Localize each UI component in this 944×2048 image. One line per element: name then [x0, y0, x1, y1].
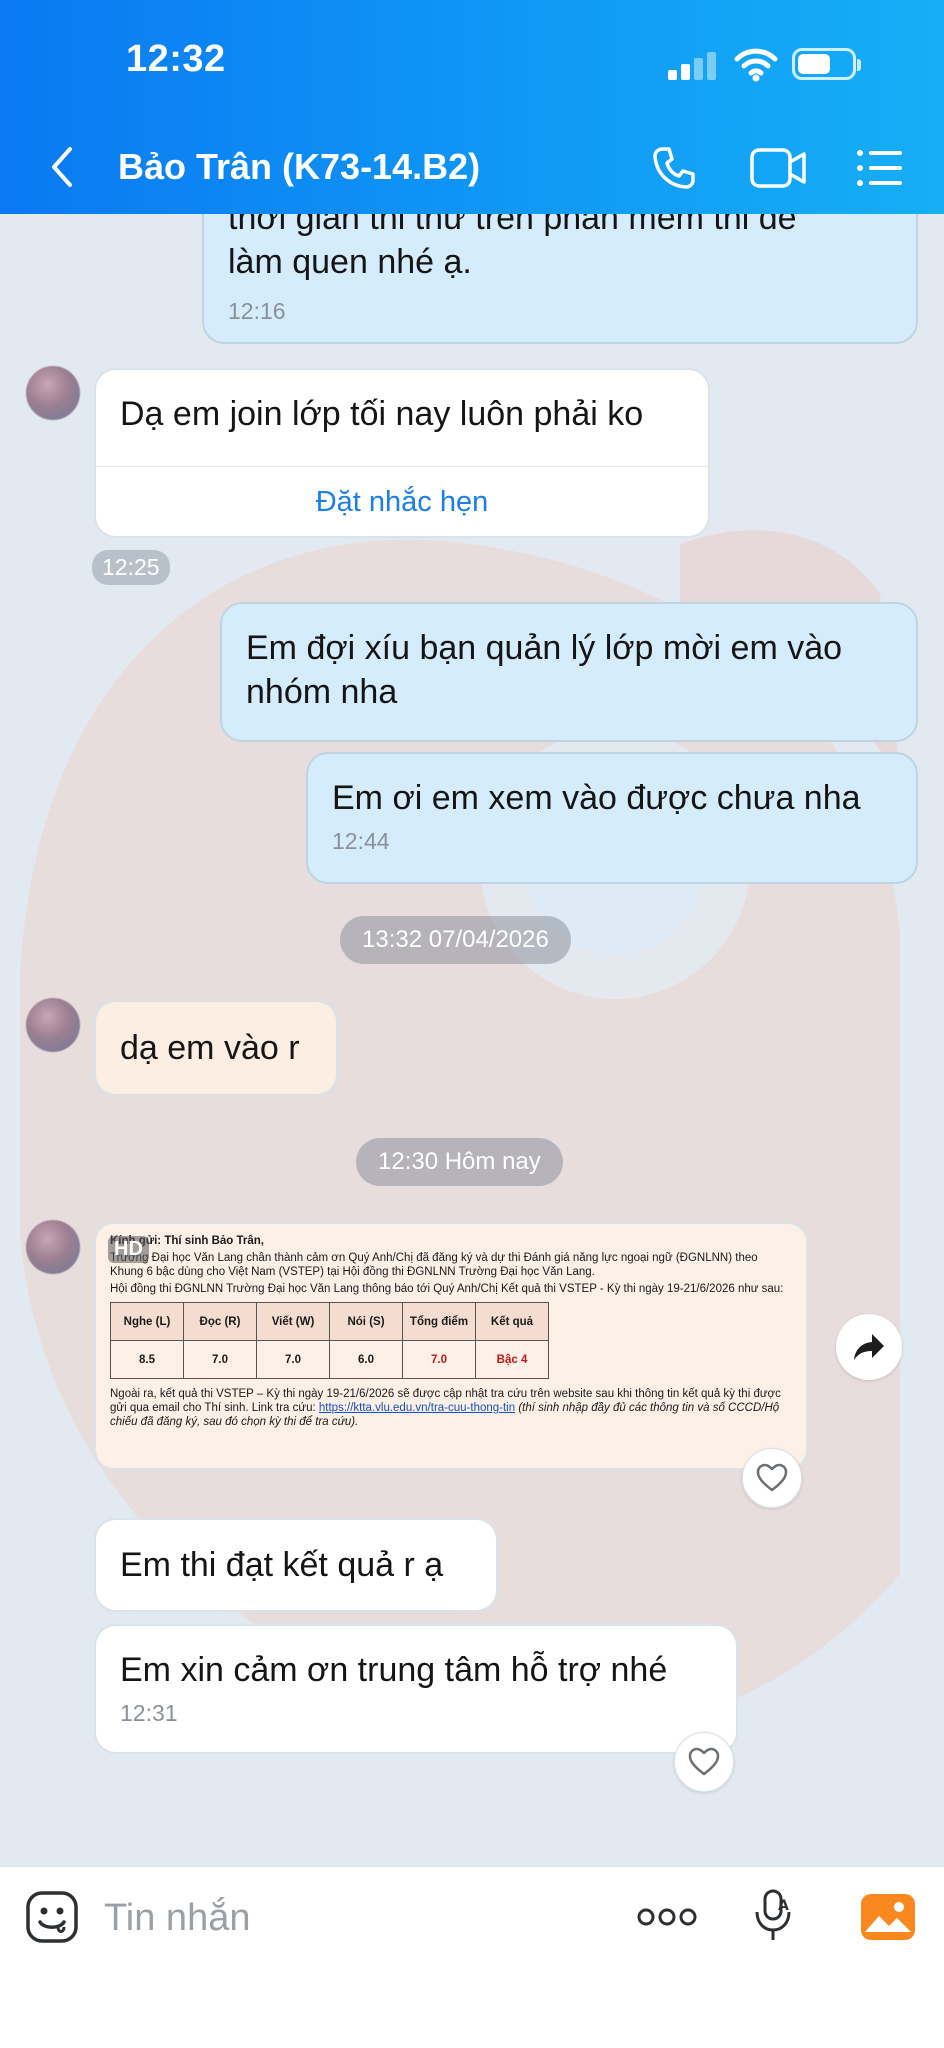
- chat-options-button[interactable]: [852, 140, 908, 196]
- message-text: Em đợi xíu bạn quản lý lớp mời em vào nh…: [246, 629, 843, 711]
- result-level-cell: Bậc 4: [475, 1340, 549, 1379]
- date-separator: 12:30 Hôm nay: [356, 1138, 563, 1186]
- avatar[interactable]: [26, 998, 80, 1052]
- lookup-link[interactable]: https://ktta.vlu.edu.vn/tra-cuu-thong-ti…: [319, 1402, 515, 1414]
- react-heart-button[interactable]: [674, 1732, 734, 1792]
- image-gallery-button[interactable]: [858, 1887, 918, 1947]
- score-cell: 7.0: [183, 1340, 257, 1379]
- message-text: Em thi đạt kết quả r ạ: [120, 1546, 444, 1584]
- message-text: làm quen nhé ạ.: [228, 243, 472, 281]
- incoming-message[interactable]: Em thi đạt kết quả r ạ: [94, 1518, 498, 1612]
- score-table: Nghe (L) Đọc (R) Viết (W) Nói (S) Tổng đ…: [110, 1302, 549, 1379]
- message-time: 12:31: [120, 1700, 178, 1726]
- battery-icon: [792, 48, 861, 80]
- wifi-icon: [734, 48, 778, 82]
- header-cell: Nói (S): [329, 1302, 403, 1341]
- result-footer: Ngoài ra, kết quả thi VSTEP – Kỳ thi ngà…: [110, 1387, 792, 1429]
- message-text: Em xin cảm ơn trung tâm hỗ trợ nhé: [120, 1651, 668, 1689]
- more-options-button[interactable]: [636, 1887, 698, 1947]
- back-button[interactable]: [40, 140, 84, 194]
- microphone-icon: A: [755, 1889, 791, 1940]
- total-score-cell: 7.0: [402, 1340, 476, 1379]
- outgoing-message[interactable]: Em đợi xíu bạn quản lý lớp mời em vào nh…: [220, 602, 918, 742]
- message-text: Em ơi em xem vào được chưa nha: [332, 779, 861, 817]
- heart-icon: [688, 1747, 720, 1776]
- message-time: 12:25: [92, 550, 170, 585]
- chat-header: 12:32 Bảo Trân (K73-14.B2): [0, 0, 944, 214]
- more-dots-icon: [637, 1908, 697, 1926]
- cellular-signal-icon: [668, 50, 718, 80]
- score-table-header: Nghe (L) Đọc (R) Viết (W) Nói (S) Tổng đ…: [110, 1302, 549, 1341]
- message-time: 12:16: [228, 298, 286, 324]
- message-text: Dạ em join lớp tối nay luôn phải ko: [120, 395, 644, 433]
- message-text: dạ em vào r: [120, 1029, 300, 1067]
- header-cell: Tổng điểm: [402, 1302, 476, 1341]
- share-button[interactable]: [836, 1314, 902, 1380]
- heart-icon: [756, 1463, 788, 1492]
- score-cell: 8.5: [110, 1340, 184, 1379]
- chevron-left-icon: [52, 147, 72, 187]
- score-table-row: 8.5 7.0 7.0 6.0 7.0 Bậc 4: [110, 1340, 549, 1379]
- incoming-message[interactable]: Dạ em join lớp tối nay luôn phải ko Đặt …: [94, 368, 710, 538]
- hd-badge: HD: [108, 1236, 149, 1263]
- result-notice: Hội đồng thi ĐGNLNN Trường Đại học Văn L…: [110, 1283, 784, 1295]
- phone-icon: [653, 147, 695, 189]
- video-camera-icon: [750, 148, 806, 188]
- outgoing-message[interactable]: Em ơi em xem vào được chưa nha 12:44: [306, 752, 918, 884]
- call-button[interactable]: [646, 140, 702, 196]
- sticker-icon: [26, 1891, 78, 1943]
- react-heart-button[interactable]: [742, 1448, 802, 1508]
- avatar[interactable]: [26, 366, 80, 420]
- sticker-button[interactable]: [22, 1887, 82, 1947]
- voice-input-button[interactable]: A: [744, 1887, 804, 1947]
- score-cell: 7.0: [256, 1340, 330, 1379]
- header-cell: Viết (W): [256, 1302, 330, 1341]
- header-cell: Nghe (L): [110, 1302, 184, 1341]
- status-time: 12:32: [126, 38, 226, 80]
- image-gallery-icon: [861, 1894, 915, 1940]
- message-time: 12:44: [332, 828, 390, 854]
- message-input-bar: Tin nhắn A: [0, 1866, 944, 2048]
- header-cell: Đọc (R): [183, 1302, 257, 1341]
- incoming-message[interactable]: Em xin cảm ơn trung tâm hỗ trợ nhé 12:31: [94, 1624, 738, 1754]
- chat-title[interactable]: Bảo Trân (K73-14.B2): [118, 146, 480, 188]
- date-separator: 13:32 07/04/2026: [340, 916, 571, 964]
- share-forward-icon: [854, 1334, 884, 1360]
- set-reminder-button[interactable]: Đặt nhắc hẹn: [96, 466, 708, 536]
- exam-result-image[interactable]: Kính gửi: Thí sinh Bảo Trân, Trường Đại …: [94, 1222, 808, 1470]
- result-intro: Trường Đại học Văn Lang chân thành cảm ơ…: [110, 1252, 758, 1278]
- svg-text:A: A: [778, 1898, 789, 1914]
- message-input[interactable]: Tin nhắn: [104, 1897, 250, 1940]
- incoming-message[interactable]: dạ em vào r: [94, 1000, 338, 1096]
- result-greeting: Kính gửi: Thí sinh Bảo Trân,: [110, 1235, 264, 1247]
- header-cell: Kết quả: [475, 1302, 549, 1341]
- list-menu-icon: [857, 150, 902, 186]
- score-cell: 6.0: [329, 1340, 403, 1379]
- avatar[interactable]: [26, 1220, 80, 1274]
- video-call-button[interactable]: [746, 140, 812, 196]
